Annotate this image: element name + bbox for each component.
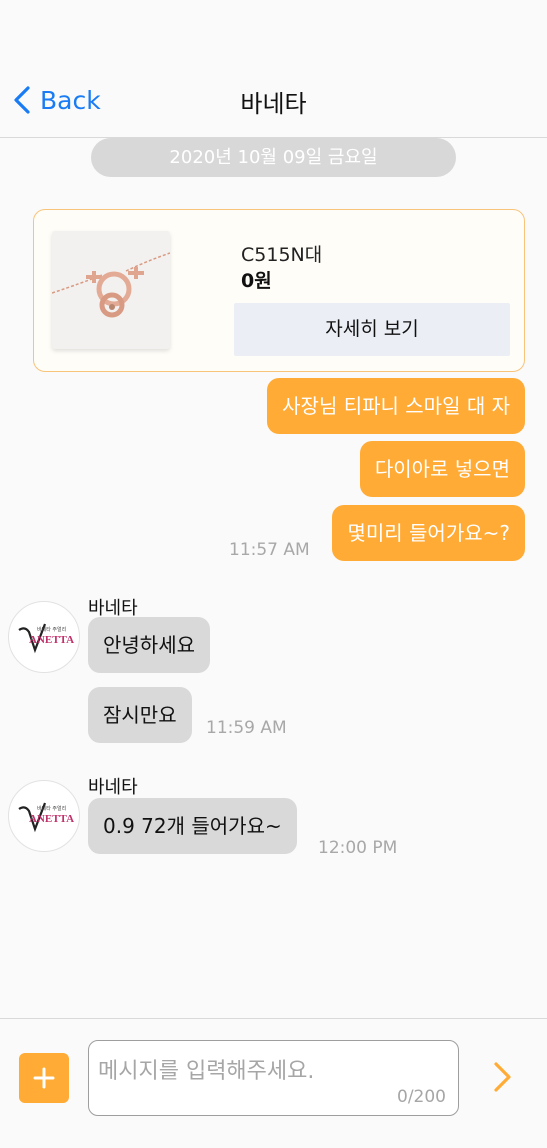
avatar[interactable]: 바네타 주얼리 ANETTA	[8, 601, 80, 673]
product-card[interactable]: C515N대 0원 자세히 보기	[33, 209, 525, 372]
avatar[interactable]: 바네타 주얼리 ANETTA	[8, 780, 80, 852]
product-code: C515N대	[241, 244, 323, 266]
logo-small-text: 바네타 주얼리	[37, 626, 66, 633]
sender-name: 바네타	[88, 777, 138, 798]
message-time: 11:57 AM	[229, 540, 310, 560]
received-message: 잠시만요	[88, 687, 192, 743]
sent-message: 다이아로 넣으면	[359, 441, 525, 497]
sent-message: 몇미리 들어가요~?	[332, 505, 525, 561]
message-time: 11:59 AM	[206, 718, 287, 738]
necklace-image	[52, 252, 170, 318]
message-input[interactable]: 메시지를 입력해주세요. 0/200	[88, 1040, 459, 1116]
plus-icon	[33, 1067, 55, 1089]
product-image	[52, 231, 170, 349]
send-chevron-icon[interactable]	[490, 1059, 516, 1095]
shop-logo: 바네타 주얼리 ANETTA	[18, 802, 74, 833]
message-input-bar: 메시지를 입력해주세요. 0/200	[0, 1018, 547, 1148]
logo-text: ANETTA	[29, 634, 74, 646]
view-details-button[interactable]: 자세히 보기	[234, 303, 510, 356]
received-message: 안녕하세요	[88, 617, 210, 673]
nav-header: Back 바네타	[0, 0, 547, 138]
received-message: 0.9 72개 들어가요~	[88, 798, 297, 854]
chat-screen: Back 바네타 2020년 10월 09일 금요일 C515N대 0원 자세히…	[0, 0, 547, 1148]
add-attachment-button[interactable]	[19, 1053, 69, 1103]
logo-text: ANETTA	[29, 813, 74, 825]
page-title: 바네타	[240, 90, 307, 118]
date-divider: 2020년 10월 09일 금요일	[91, 138, 456, 177]
char-counter: 0/200	[397, 1087, 446, 1107]
logo-small-text: 바네타 주얼리	[37, 805, 66, 812]
message-placeholder: 메시지를 입력해주세요.	[98, 1059, 315, 1084]
product-price: 0원	[241, 270, 272, 292]
message-time: 12:00 PM	[318, 838, 398, 858]
shop-logo: 바네타 주얼리 ANETTA	[18, 623, 74, 654]
sent-message: 사장님 티파니 스마일 대 자	[267, 378, 525, 434]
